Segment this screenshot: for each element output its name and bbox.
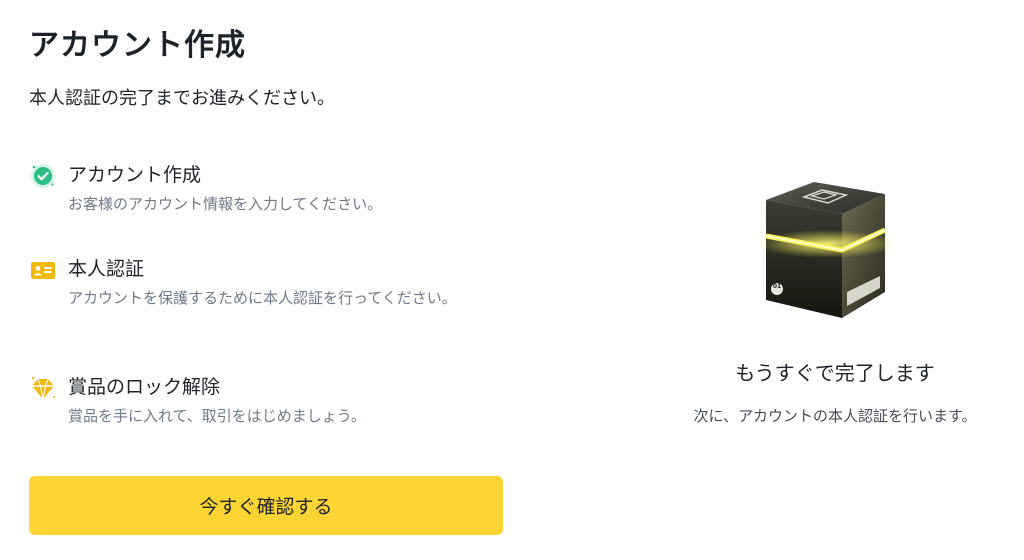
step-title: アカウント作成	[68, 164, 202, 186]
id-card-icon	[29, 256, 57, 284]
glowing-box-icon: 01	[752, 172, 902, 322]
check-circle-icon	[29, 162, 57, 190]
step-title: 賞品のロック解除	[68, 376, 221, 398]
step-description: 賞品を手に入れて、取引をはじめましょう。	[68, 407, 366, 425]
account-creation-page: アカウント作成 本人認証の完了までお進みください。 アカウント作成 お客様のアカ…	[0, 0, 1024, 560]
page-title: アカウント作成	[29, 28, 246, 63]
step-description: お客様のアカウント情報を入力してください。	[68, 195, 383, 213]
completion-description: 次に、アカウントの本人認証を行います。	[693, 407, 977, 425]
verify-now-button[interactable]: 今すぐ確認する	[29, 476, 503, 535]
box-label: 01	[772, 283, 782, 290]
diamond-gift-icon	[29, 374, 57, 402]
page-subtitle: 本人認証の完了までお進みください。	[29, 88, 335, 109]
step-title: 本人認証	[68, 258, 145, 280]
step-description: アカウントを保護するために本人認証を行ってください。	[68, 289, 457, 307]
completion-title: もうすぐで完了します	[735, 361, 935, 385]
